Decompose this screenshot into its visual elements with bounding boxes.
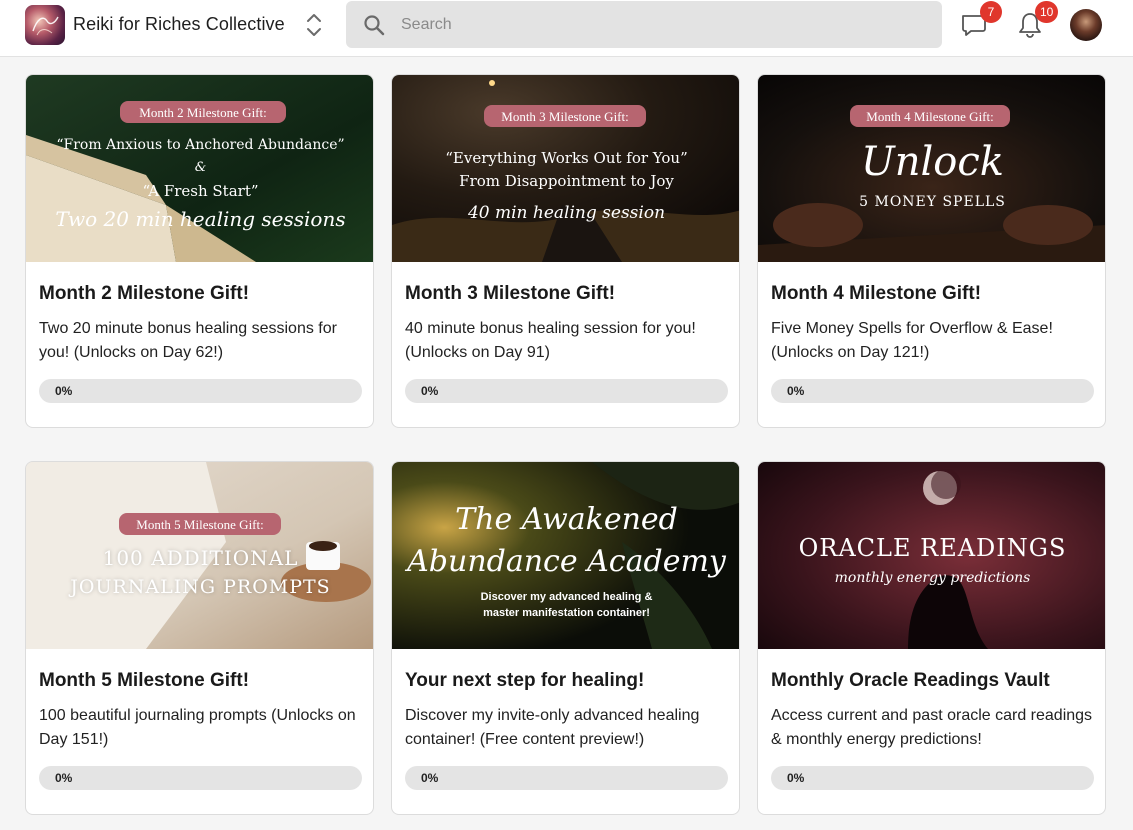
cover-line-1: 5 MONEY SPELLS bbox=[859, 194, 1006, 210]
cover-script-line-1: The Awakened bbox=[455, 502, 678, 537]
top-bar: Reiki for Riches Collective 7 10 bbox=[0, 0, 1133, 57]
course-title[interactable]: Your next step for healing! bbox=[405, 670, 644, 692]
cover-script-text: 40 min healing session bbox=[467, 203, 666, 223]
cover-line-1: “From Anxious to Anchored Abundance” bbox=[56, 137, 345, 153]
notification-count-badge: 10 bbox=[1035, 1, 1059, 23]
progress-label: 0% bbox=[55, 771, 73, 785]
course-title[interactable]: Month 3 Milestone Gift! bbox=[405, 283, 615, 305]
cover-line-2: & bbox=[194, 160, 207, 175]
group-switcher-chevron-icon[interactable] bbox=[303, 12, 325, 38]
cover-line-2: master manifestation container! bbox=[483, 607, 650, 619]
course-cover-image: ORACLE READINGS monthly energy predictio… bbox=[758, 462, 1105, 649]
search-input[interactable] bbox=[401, 9, 921, 40]
progress-bar: 0% bbox=[39, 379, 362, 403]
course-card-month-5[interactable]: Month 5 Milestone Gift: 100 ADDITIONAL J… bbox=[25, 461, 374, 815]
cover-pill-text: Month 3 Milestone Gift: bbox=[501, 109, 629, 124]
course-card-oracle-readings[interactable]: ORACLE READINGS monthly energy predictio… bbox=[757, 461, 1106, 815]
avatar[interactable] bbox=[1070, 9, 1102, 41]
course-card-month-3[interactable]: Month 3 Milestone Gift: “Everything Work… bbox=[391, 74, 740, 428]
course-cover-image: Month 4 Milestone Gift: Unlock 5 MONEY S… bbox=[758, 75, 1105, 262]
course-description: Two 20 minute bonus healing sessions for… bbox=[39, 320, 337, 361]
cover-pill-text: Month 4 Milestone Gift: bbox=[866, 109, 994, 124]
course-description: 100 beautiful journaling prompts (Unlock… bbox=[39, 707, 356, 748]
course-card-month-2[interactable]: Month 2 Milestone Gift: “From Anxious to… bbox=[25, 74, 374, 428]
course-title[interactable]: Month 2 Milestone Gift! bbox=[39, 283, 249, 305]
group-name[interactable]: Reiki for Riches Collective bbox=[73, 14, 285, 35]
progress-bar: 0% bbox=[405, 766, 728, 790]
course-cover-image: The Awakened Abundance Academy Discover … bbox=[392, 462, 739, 649]
course-title[interactable]: Monthly Oracle Readings Vault bbox=[771, 670, 1050, 692]
search-bar[interactable] bbox=[346, 1, 942, 48]
search-icon bbox=[363, 14, 385, 36]
course-cover-image: Month 5 Milestone Gift: 100 ADDITIONAL J… bbox=[26, 462, 373, 649]
cover-line-1: “Everything Works Out for You” bbox=[445, 149, 688, 167]
chat-count-badge: 7 bbox=[980, 1, 1002, 23]
cover-script-text: Unlock bbox=[861, 139, 1004, 185]
cover-line-1: ORACLE READINGS bbox=[798, 534, 1067, 562]
cover-script-line-2: Abundance Academy bbox=[407, 544, 726, 579]
course-description: Discover my invite-only advanced healing… bbox=[405, 707, 700, 748]
progress-bar: 0% bbox=[39, 766, 362, 790]
course-description: 40 minute bonus healing session for you!… bbox=[405, 320, 696, 361]
group-logo[interactable] bbox=[25, 5, 65, 45]
progress-bar: 0% bbox=[771, 766, 1094, 790]
cover-line-1: Discover my advanced healing & bbox=[480, 591, 653, 603]
course-cover-image: Month 2 Milestone Gift: “From Anxious to… bbox=[26, 75, 373, 262]
cover-line-1: 100 ADDITIONAL bbox=[102, 546, 299, 570]
course-title[interactable]: Month 4 Milestone Gift! bbox=[771, 283, 981, 305]
course-card-month-4[interactable]: Month 4 Milestone Gift: Unlock 5 MONEY S… bbox=[757, 74, 1106, 428]
progress-label: 0% bbox=[787, 384, 805, 398]
cover-script-text: monthly energy predictions bbox=[834, 570, 1031, 586]
cover-line-2: JOURNALING PROMPTS bbox=[70, 576, 331, 598]
cover-script-text: Two 20 min healing sessions bbox=[55, 207, 346, 231]
progress-bar: 0% bbox=[771, 379, 1094, 403]
progress-label: 0% bbox=[421, 771, 439, 785]
progress-label: 0% bbox=[55, 384, 73, 398]
progress-label: 0% bbox=[787, 771, 805, 785]
course-cover-image: Month 3 Milestone Gift: “Everything Work… bbox=[392, 75, 739, 262]
cover-line-3: “A Fresh Start” bbox=[142, 182, 259, 200]
cover-pill-text: Month 5 Milestone Gift: bbox=[136, 517, 264, 532]
progress-label: 0% bbox=[421, 384, 439, 398]
course-description: Five Money Spells for Overflow & Ease! (… bbox=[771, 320, 1053, 361]
progress-bar: 0% bbox=[405, 379, 728, 403]
course-card-next-step[interactable]: The Awakened Abundance Academy Discover … bbox=[391, 461, 740, 815]
course-description: Access current and past oracle card read… bbox=[771, 707, 1093, 748]
cover-pill-text: Month 2 Milestone Gift: bbox=[139, 105, 267, 120]
course-title[interactable]: Month 5 Milestone Gift! bbox=[39, 670, 249, 692]
cover-line-2: From Disappointment to Joy bbox=[459, 172, 674, 190]
